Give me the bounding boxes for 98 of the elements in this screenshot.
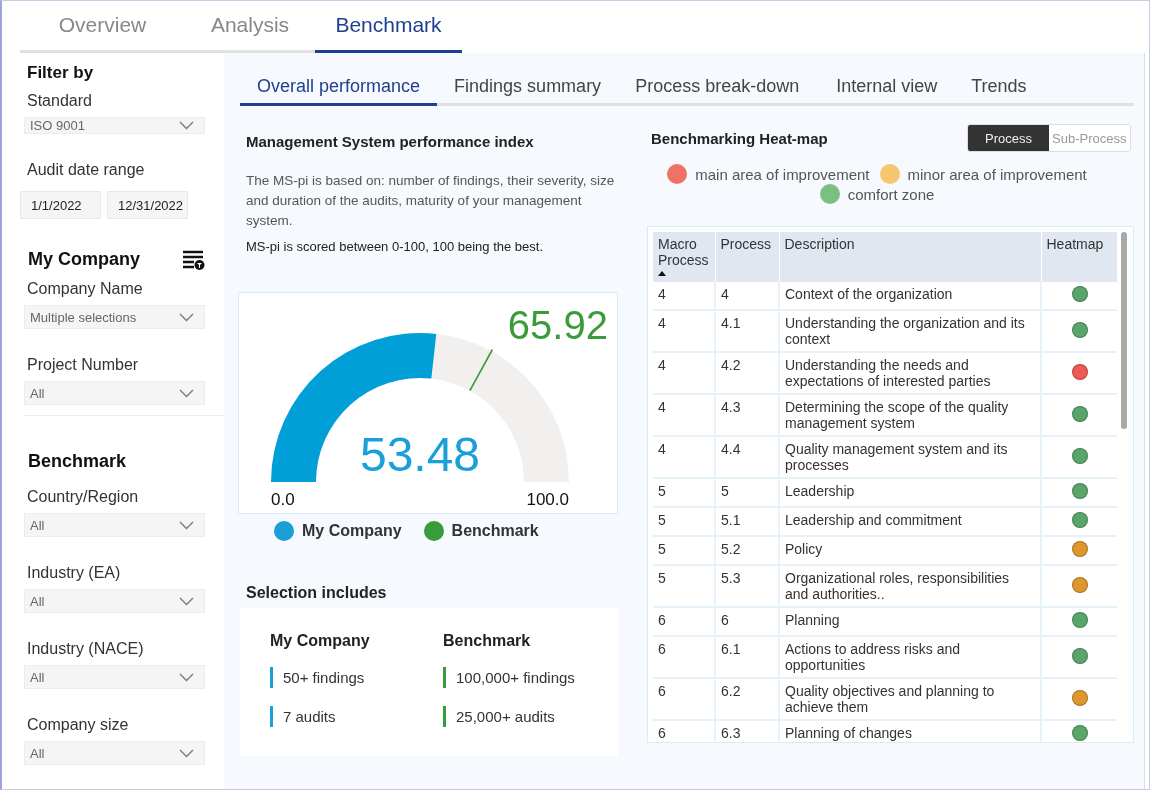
scale-min: 0.0 (271, 490, 295, 509)
table-cell: Quality objectives and planning to achieve them (779, 678, 1041, 720)
table-cell: 4.3 (715, 394, 779, 436)
table-cell: 5 (653, 478, 715, 507)
column-header[interactable]: Macro Process (653, 232, 715, 282)
chevron-down-icon (179, 520, 194, 530)
table-cell: 6 (653, 636, 715, 678)
column-header[interactable]: Description (779, 232, 1041, 282)
table-cell: Leadership (779, 478, 1041, 507)
table-cell: 6 (653, 720, 715, 742)
section-title: My Company (28, 249, 141, 270)
dropdown[interactable]: All (24, 665, 205, 689)
table-cell: 4 (653, 282, 715, 310)
note-text: MS-pi is scored between 0-100, 100 being the best. (246, 239, 544, 254)
column-title: My Company (270, 632, 371, 650)
date-field[interactable]: 12/31/2022 (107, 191, 188, 219)
table-cell: 4.4 (715, 436, 779, 478)
dropdown[interactable]: All (24, 589, 205, 613)
chevron-down-icon (179, 672, 194, 682)
field-label: Company Name (27, 280, 144, 298)
filter-list-icon[interactable] (183, 249, 205, 270)
section-title: Selection includes (246, 584, 388, 602)
section-title: Benchmark (28, 451, 128, 472)
table-cell: 4 (715, 282, 779, 310)
tab[interactable]: Internal view (816, 69, 955, 106)
dropdown[interactable]: All (24, 513, 205, 537)
dropdown[interactable]: ISO 9001 (24, 117, 205, 134)
dropdown[interactable]: All (24, 741, 205, 765)
toggle-button[interactable]: Process (968, 125, 1050, 151)
field-label: Country/Region (27, 488, 140, 506)
table-cell: 6 (653, 607, 715, 636)
table-cell: Understanding the needs and expectations of interested parties (779, 352, 1041, 394)
table-cell: 6.1 (715, 636, 779, 678)
legend-label: Benchmark (451, 522, 539, 540)
table-cell: 4 (653, 436, 715, 478)
column-header[interactable]: Heatmap (1041, 232, 1117, 282)
field-label: Industry (NACE) (27, 640, 145, 658)
table-cell: Quality management system and its processes (779, 436, 1041, 478)
chevron-down-icon (179, 748, 194, 758)
table-cell: Policy (779, 536, 1041, 565)
field-label: Audit date range (27, 161, 146, 179)
legend-label: My Company (302, 522, 402, 540)
table-cell: 6.3 (715, 720, 779, 742)
panel-title: Benchmarking Heat-map (651, 129, 828, 147)
legend-label: main area of improvement (695, 165, 870, 183)
table-cell: 4 (653, 394, 715, 436)
table-cell: Organizational roles, responsibilities and authorities.. (779, 565, 1041, 607)
count-text: 7 audits (283, 708, 336, 725)
chevron-down-icon (179, 121, 194, 130)
count-text: 50+ findings (283, 669, 365, 686)
table-cell: 5.2 (715, 536, 779, 565)
count-text: 100,000+ findings (456, 669, 575, 686)
chevron-down-icon (179, 312, 194, 322)
table-cell: 4 (653, 310, 715, 352)
field-label: Company size (27, 716, 130, 734)
count-text: 25,000+ audits (456, 708, 555, 725)
table-cell: Determining the scope of the quality management system (779, 394, 1041, 436)
description-text: The MS-pi is based on: number of findings, their severity, size and duration of the audits, maturity of your management system. (246, 172, 616, 230)
filter-title: Filter by (27, 63, 95, 83)
table-cell: 6 (715, 607, 779, 636)
table-cell: 4.2 (715, 352, 779, 394)
table-cell: 5 (653, 565, 715, 607)
dropdown[interactable]: All (24, 381, 205, 405)
field-label: Industry (EA) (27, 564, 122, 582)
benchmark-value: 65.92 (507, 302, 608, 347)
table-cell: Planning of changes (779, 720, 1041, 742)
field-label: Project Number (27, 356, 140, 374)
score-value: 53.48 (359, 428, 481, 481)
legend-label: comfort zone (847, 185, 935, 203)
table-cell: 5 (653, 536, 715, 565)
scrollbar-thumb[interactable] (1120, 232, 1127, 429)
tab[interactable]: Process break-down (618, 69, 817, 106)
field-label: Standard (27, 92, 93, 110)
table-cell: 5.3 (715, 565, 779, 607)
tab[interactable]: Trends (954, 69, 1044, 106)
table-cell: Actions to address risks and opportunities (779, 636, 1041, 678)
table-cell: Leadership and commitment (779, 507, 1041, 536)
table-cell: Context of the organization (779, 282, 1041, 310)
table-cell: 4.1 (715, 310, 779, 352)
panel-title: Management System performance index (246, 133, 535, 150)
tab[interactable]: Findings summary (437, 69, 619, 106)
scale-max: 100.0 (526, 490, 569, 509)
legend-label: minor area of improvement (907, 165, 1087, 183)
chevron-down-icon (179, 596, 194, 606)
table-cell: 5 (653, 507, 715, 536)
date-field[interactable]: 1/1/2022 (20, 191, 101, 219)
tab[interactable]: Overall performance (240, 69, 438, 106)
table-cell: Planning (779, 607, 1041, 636)
table-cell: Understanding the organization and its context (779, 310, 1041, 352)
table-cell: 4 (653, 352, 715, 394)
table-cell: 6.2 (715, 678, 779, 720)
table-cell: 6 (653, 678, 715, 720)
column-header[interactable]: Process (715, 232, 779, 282)
table-cell: 5 (715, 478, 779, 507)
chevron-down-icon (179, 388, 194, 398)
column-title: Benchmark (443, 632, 532, 650)
dropdown[interactable]: Multiple selections (24, 305, 205, 329)
table-cell: 5.1 (715, 507, 779, 536)
